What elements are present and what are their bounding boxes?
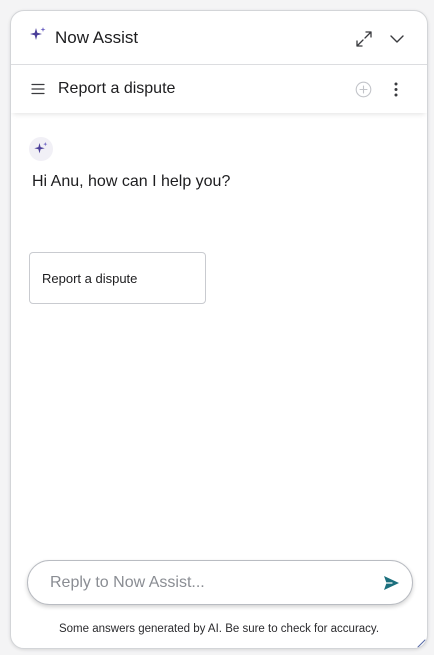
now-assist-panel: Now Assist Report a dispute Hi Anu, how … <box>10 10 428 649</box>
conversation-bar: Report a dispute <box>11 65 427 113</box>
assistant-greeting: Hi Anu, how can I help you? <box>32 173 231 190</box>
expand-icon[interactable] <box>355 30 373 48</box>
resize-handle-icon[interactable] <box>416 638 426 648</box>
more-vertical-icon[interactable] <box>392 81 400 98</box>
conversation-title: Report a dispute <box>58 80 176 97</box>
chevron-down-icon[interactable] <box>389 33 405 45</box>
panel-header: Now Assist <box>11 11 427 65</box>
send-icon[interactable] <box>383 575 400 591</box>
menu-icon[interactable] <box>31 83 45 95</box>
suggestion-chip-report-dispute[interactable]: Report a dispute <box>29 252 206 304</box>
add-conversation-icon[interactable] <box>355 81 372 98</box>
reply-input[interactable] <box>50 572 360 594</box>
sparkle-icon <box>30 27 46 40</box>
ai-disclaimer: Some answers generated by AI. Be sure to… <box>58 623 380 635</box>
panel-title: Now Assist <box>55 28 139 47</box>
reply-box <box>27 560 413 605</box>
sparkle-icon <box>34 142 48 154</box>
assistant-avatar <box>29 137 53 161</box>
